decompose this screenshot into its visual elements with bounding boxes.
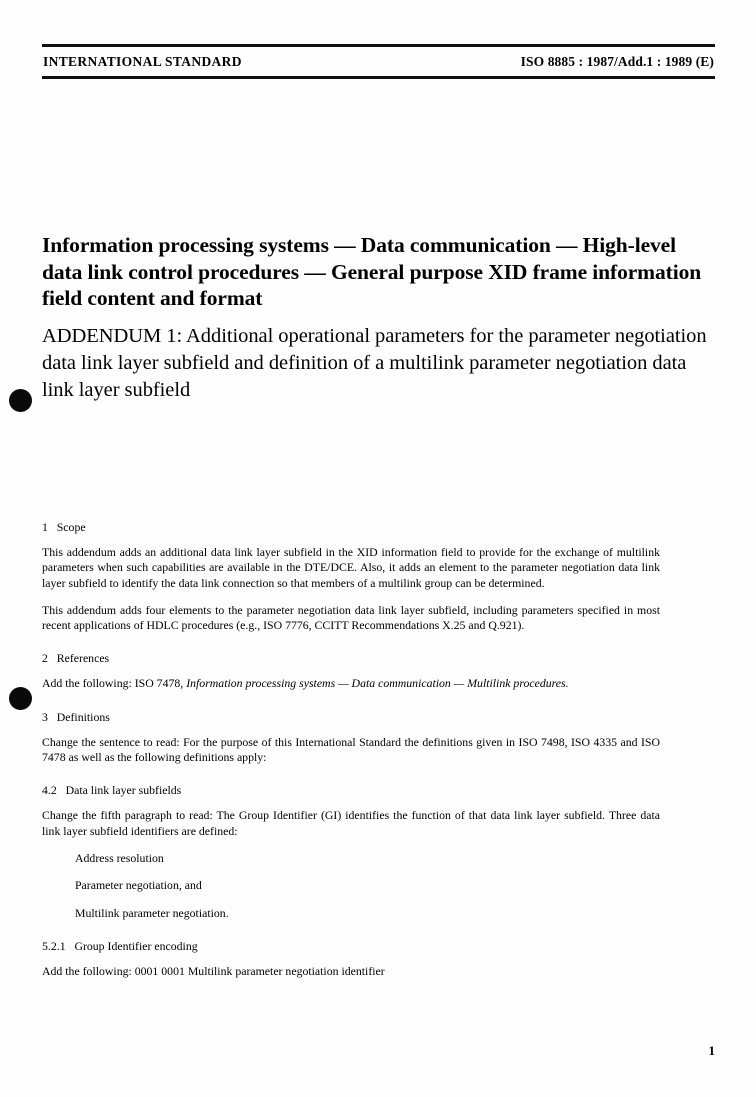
clause-heading-group-identifier-encoding: 5.2.1 Group Identifier encoding <box>42 938 198 953</box>
paragraph: This addendum adds four elements to the … <box>42 602 660 633</box>
paragraph: Add the following: 0001 0001 Multilink p… <box>42 963 385 978</box>
paragraph: Add the following: ISO 7478, Information… <box>42 676 660 691</box>
header-rule-bottom <box>42 76 715 79</box>
list-item: Address resolution <box>75 850 164 865</box>
addendum-subtitle: ADDENDUM 1: Additional operational param… <box>42 324 707 401</box>
page-number: 1 <box>708 1043 716 1058</box>
margin-dot-icon <box>9 687 32 710</box>
paragraph: Change the fifth paragraph to read: The … <box>42 808 660 838</box>
references-italic-title: Information processing systems — Data co… <box>186 676 569 691</box>
list-item: Multilink parameter negotiation. <box>75 905 229 920</box>
paragraph: This addendum adds an additional data li… <box>42 545 660 590</box>
header-standard-label: INTERNATIONAL STANDARD <box>43 54 242 69</box>
header-row: INTERNATIONAL STANDARD ISO 8885 : 1987/A… <box>42 47 715 76</box>
list-item: Parameter negotiation, and <box>75 878 202 893</box>
clause-heading-scope: 1 Scope <box>42 520 86 534</box>
running-header: INTERNATIONAL STANDARD ISO 8885 : 1987/A… <box>42 44 715 79</box>
clause-heading-definitions: 3 Definitions <box>42 709 110 724</box>
title-block: Information processing systems — Data co… <box>42 232 720 404</box>
header-standard-number: ISO 8885 : 1987/Add.1 : 1989 (E) <box>520 54 714 69</box>
document-body: 1 Scope This addendum adds an additional… <box>42 520 660 979</box>
margin-dot-icon <box>9 389 32 412</box>
document-page: INTERNATIONAL STANDARD ISO 8885 : 1987/A… <box>0 0 756 1097</box>
paragraph: Change the sentence to read: For the pur… <box>42 734 660 765</box>
clause-heading-references: 2 References <box>42 651 110 666</box>
references-lead-in: Add the following: ISO 7478, <box>42 676 187 691</box>
clause-heading-data-link-layer-subfields: 4.2 Data link layer subfields <box>42 783 182 798</box>
page-title: Information processing systems — Data co… <box>42 233 702 310</box>
